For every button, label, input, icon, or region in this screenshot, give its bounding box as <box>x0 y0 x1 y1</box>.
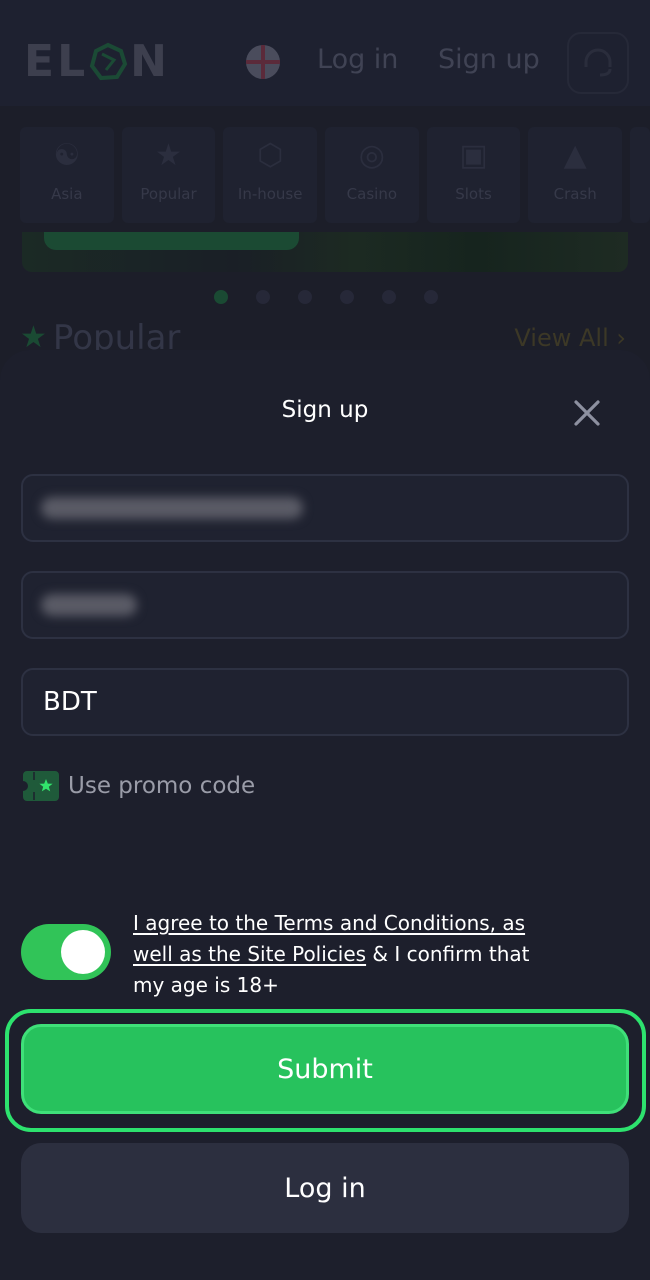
category-strip: ☯ Asia ★ Popular ⬡ In-house ◎ Casino ▣ S… <box>20 127 650 225</box>
close-icon <box>574 400 600 426</box>
rocket-icon: ▲ <box>563 138 587 173</box>
star-icon: ★ <box>155 138 182 173</box>
promo-banner[interactable] <box>22 232 628 272</box>
terms-text: I agree to the Terms and Conditions, as … <box>133 908 563 1001</box>
category-label: Crash <box>553 185 597 203</box>
terms-toggle[interactable] <box>21 924 111 980</box>
close-button[interactable] <box>570 396 604 430</box>
terms-agreement: I agree to the Terms and Conditions, as … <box>21 908 629 1001</box>
promo-code-label: Use promo code <box>68 773 256 799</box>
chevron-right-icon: › <box>616 324 626 352</box>
category-label: Asia <box>51 185 83 203</box>
promo-code-toggle[interactable]: Use promo code <box>22 770 255 802</box>
category-label: Popular <box>140 185 197 203</box>
header-signup-link[interactable]: Sign up <box>438 44 540 75</box>
category-crash[interactable]: ▲ Crash <box>528 127 623 223</box>
support-button[interactable] <box>567 32 629 94</box>
carousel-dot[interactable] <box>382 290 396 304</box>
carousel-dot[interactable] <box>298 290 312 304</box>
header-login-link[interactable]: Log in <box>317 44 398 75</box>
blurred-email-value <box>41 497 303 519</box>
england-flag-icon[interactable] <box>246 45 280 79</box>
category-in-house[interactable]: ⬡ In-house <box>223 127 318 223</box>
submit-button[interactable]: Submit <box>21 1024 629 1114</box>
carousel-dot[interactable] <box>214 290 228 304</box>
elon-logo[interactable]: E L N <box>24 36 168 87</box>
carousel-dot[interactable] <box>340 290 354 304</box>
category-asia[interactable]: ☯ Asia <box>20 127 114 223</box>
roulette-icon: ◎ <box>358 138 385 173</box>
logo-letter-n: N <box>130 36 168 87</box>
category-partial[interactable] <box>630 127 650 223</box>
signup-sheet: Sign up Use promo code I agree to the Te… <box>0 350 650 1280</box>
logo-star-icon <box>89 42 128 81</box>
carousel-dots <box>214 290 438 304</box>
elon-logo-icon: ⬡ <box>257 138 284 173</box>
view-all-link[interactable]: View All › <box>514 324 626 352</box>
category-label: In-house <box>237 185 303 203</box>
carousel-dot[interactable] <box>256 290 270 304</box>
password-field[interactable] <box>21 571 629 639</box>
top-bar: E L N Log in Sign up <box>0 0 650 106</box>
logo-letter-l: L <box>57 36 87 87</box>
email-field[interactable] <box>21 474 629 542</box>
currency-input[interactable] <box>43 670 627 734</box>
category-popular[interactable]: ★ Popular <box>121 127 216 223</box>
currency-field[interactable] <box>21 668 629 736</box>
category-label: Casino <box>346 185 398 203</box>
category-slots[interactable]: ▣ Slots <box>426 127 521 223</box>
carousel-dot[interactable] <box>424 290 438 304</box>
category-label: Slots <box>455 185 492 203</box>
logo-letter-e: E <box>24 36 56 87</box>
login-button[interactable]: Log in <box>21 1143 629 1233</box>
ticket-star-icon <box>23 771 59 801</box>
yin-yang-icon: ☯ <box>53 138 81 173</box>
sheet-title: Sign up <box>281 397 369 423</box>
slot-machine-icon: ▣ <box>459 138 488 173</box>
toggle-knob <box>61 930 105 974</box>
headset-icon <box>584 48 612 77</box>
category-casino[interactable]: ◎ Casino <box>325 127 419 223</box>
banner-button[interactable] <box>44 232 299 250</box>
view-all-label: View All <box>514 324 609 352</box>
blurred-password-value <box>41 594 137 616</box>
